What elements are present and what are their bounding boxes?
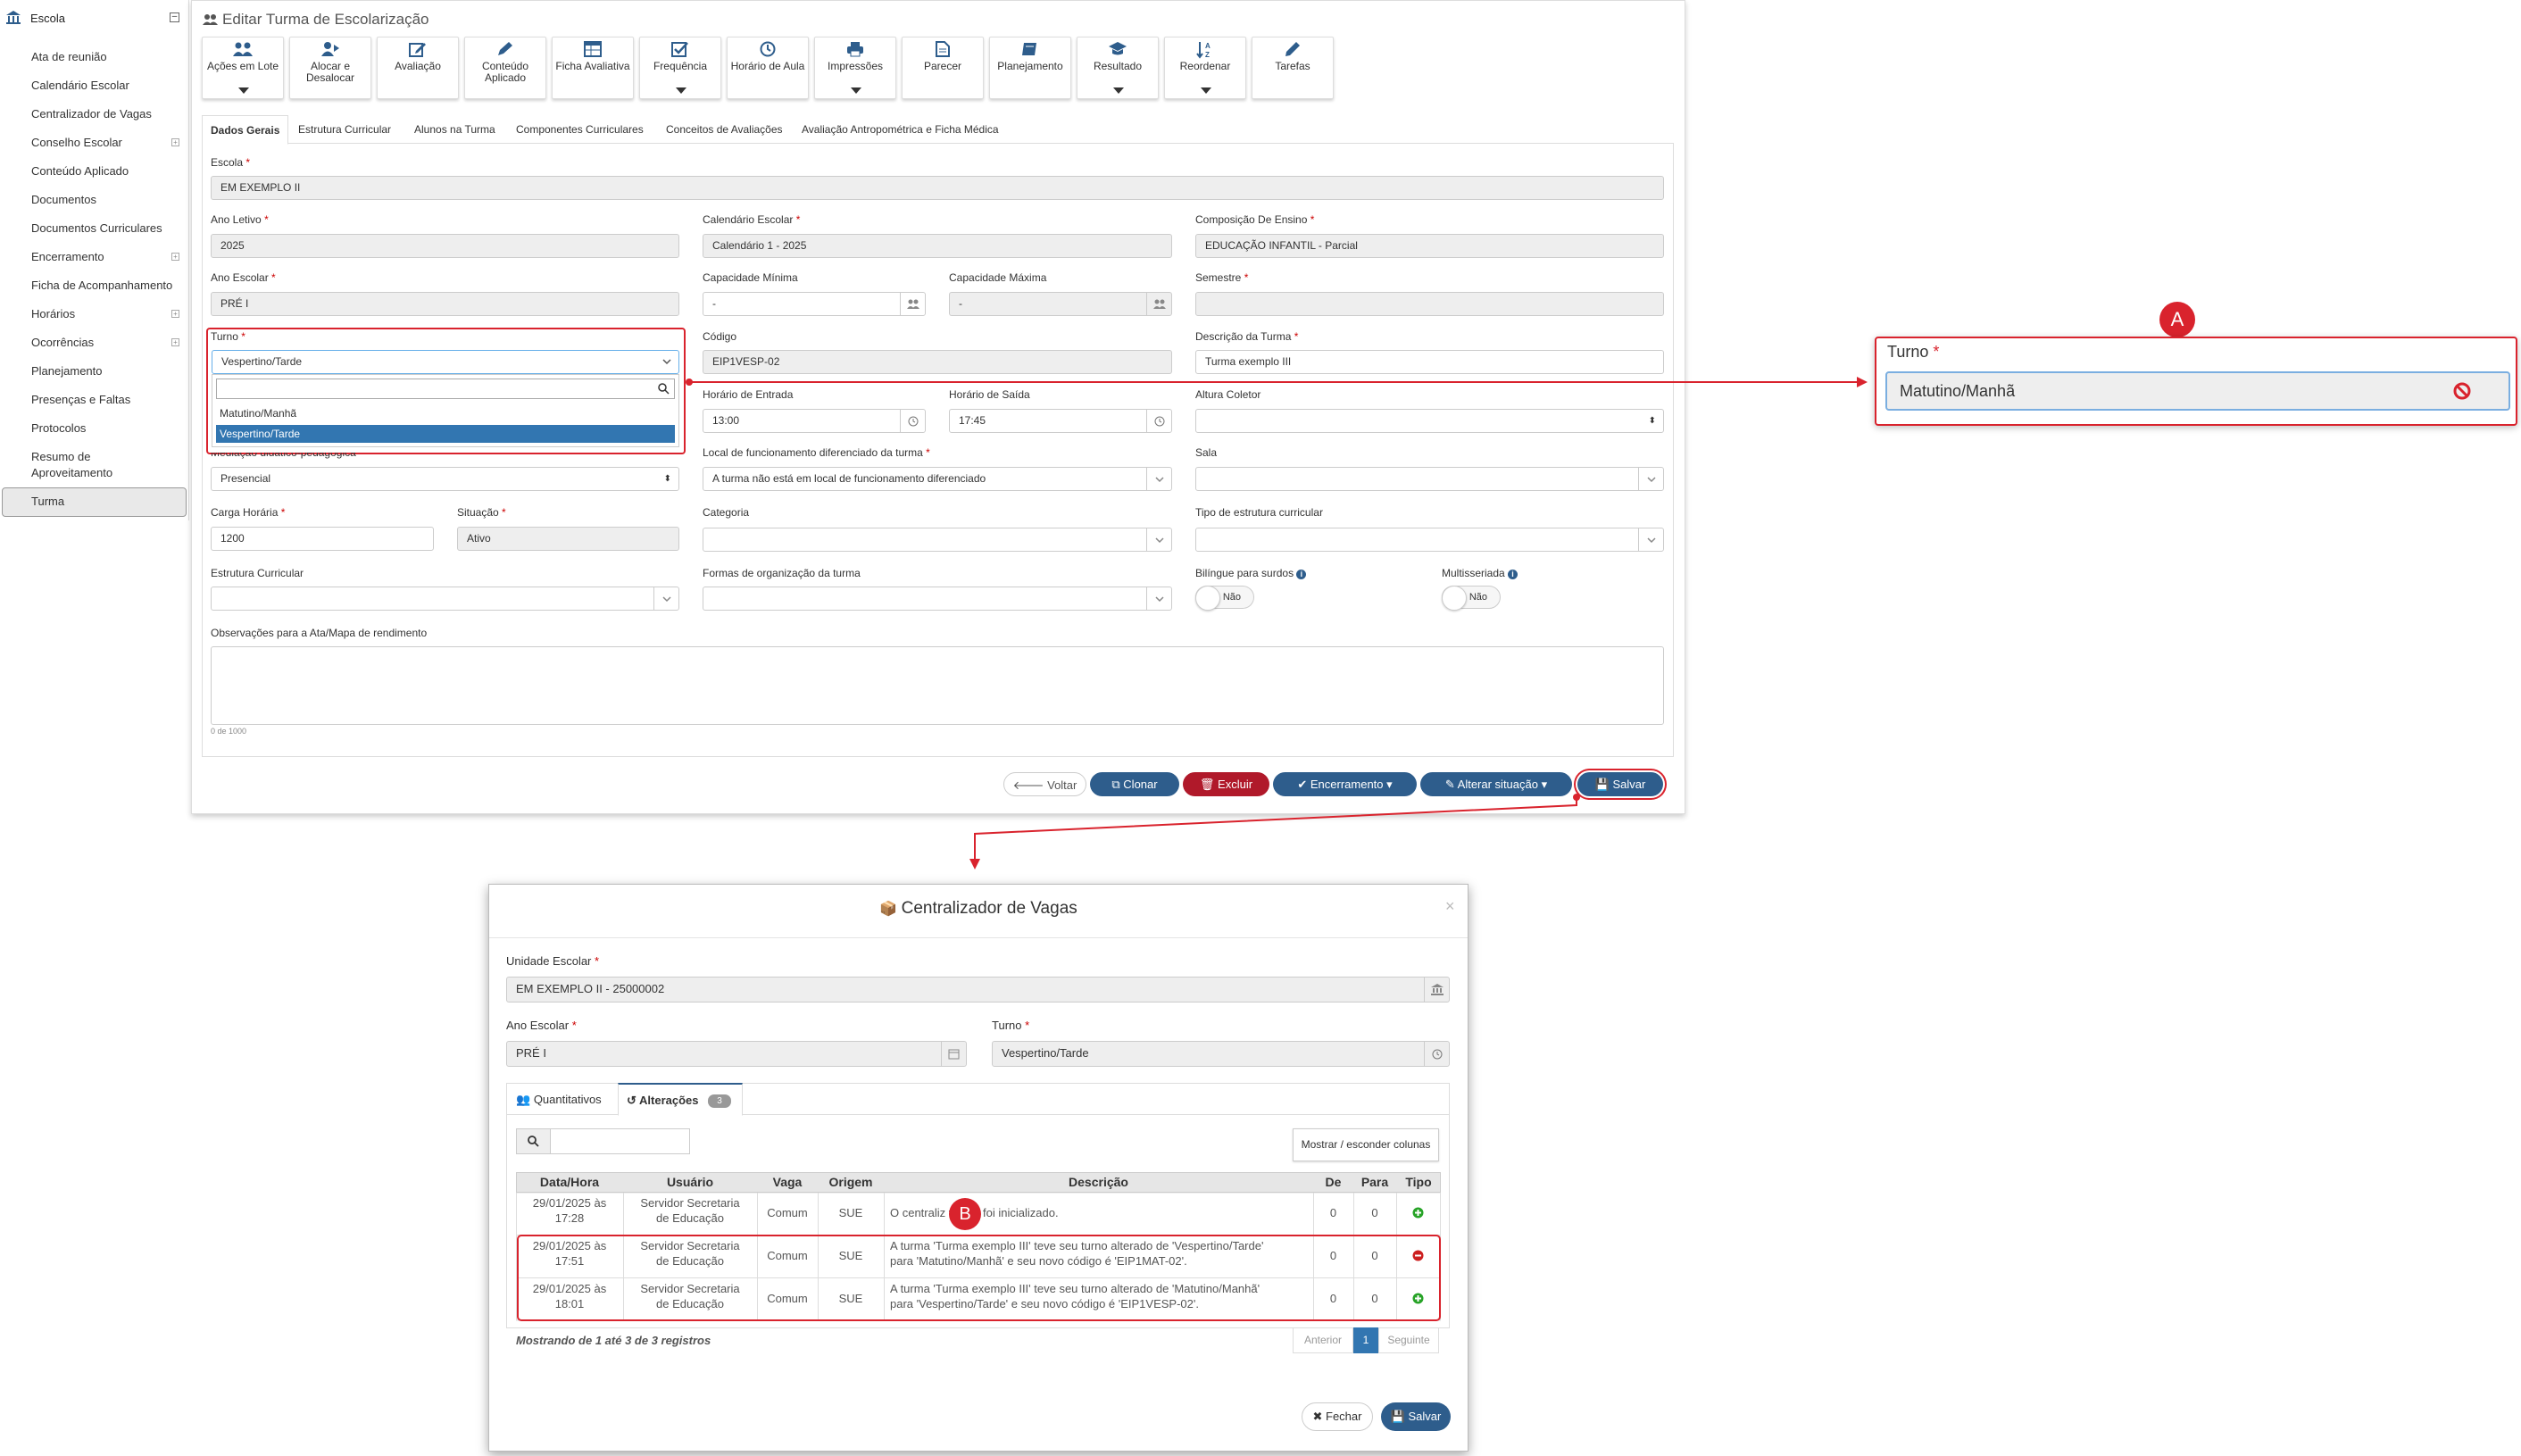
row1-user: Servidor Secretaria de Educação bbox=[640, 1196, 740, 1225]
modal-close-icon[interactable]: × bbox=[1445, 897, 1455, 916]
modal-salvar-button[interactable]: 💾 Salvar bbox=[1381, 1402, 1451, 1431]
arrow-head-a bbox=[1857, 377, 1868, 387]
row1-para: 0 bbox=[1371, 1206, 1378, 1219]
arrow-head-b bbox=[969, 859, 980, 869]
col-de[interactable]: De bbox=[1313, 1172, 1353, 1193]
callout-a-label: Turno * bbox=[1887, 343, 1940, 361]
modal-ano-field[interactable]: PRÉ I bbox=[506, 1041, 967, 1067]
add-icon bbox=[1412, 1207, 1424, 1219]
close-icon: ✖ bbox=[1312, 1410, 1327, 1423]
modal-search-input[interactable] bbox=[550, 1128, 690, 1154]
col-tipo[interactable]: Tipo bbox=[1396, 1172, 1441, 1193]
row1-de: 0 bbox=[1329, 1206, 1337, 1219]
col-usuario[interactable]: Usuário bbox=[623, 1172, 757, 1193]
users-icon: 👥 bbox=[516, 1093, 534, 1106]
modal-ano-value: PRÉ I bbox=[516, 1046, 546, 1060]
unidade-field[interactable]: EM EXEMPLO II - 25000002 bbox=[506, 977, 1450, 1003]
modal-ano-label: Ano Escolar * bbox=[506, 1019, 577, 1032]
modal-turno-field[interactable]: Vespertino/Tarde bbox=[992, 1041, 1450, 1067]
table-info: Mostrando de 1 até 3 de 3 registros bbox=[516, 1334, 711, 1347]
callout-b-marker: B bbox=[949, 1198, 981, 1230]
row1-vaga: Comum bbox=[767, 1206, 808, 1219]
arrow-dot-b bbox=[1573, 794, 1580, 801]
callout-a-marker: A bbox=[2159, 302, 2195, 337]
unidade-label: Unidade Escolar * bbox=[506, 954, 600, 968]
arrow-line-b bbox=[974, 797, 1577, 862]
box-icon: 📦 bbox=[879, 902, 902, 917]
save-icon: 💾 bbox=[1390, 1410, 1409, 1423]
toggle-columns-button[interactable]: Mostrar / esconder colunas bbox=[1293, 1128, 1439, 1161]
callout-a-field[interactable]: Matutino/Manhã bbox=[1885, 371, 2510, 411]
not-allowed-icon bbox=[2453, 382, 2471, 400]
col-origem[interactable]: Origem bbox=[818, 1172, 884, 1193]
pagination-prev[interactable]: Anterior bbox=[1293, 1327, 1353, 1353]
callout-a-value: Matutino/Manhã bbox=[1900, 382, 2016, 400]
alteracoes-count-badge: 3 bbox=[708, 1094, 731, 1108]
search-button[interactable] bbox=[516, 1128, 551, 1154]
rows-highlight-box bbox=[517, 1235, 1441, 1321]
calendar-icon bbox=[941, 1042, 966, 1066]
modal-turno-value: Vespertino/Tarde bbox=[1002, 1046, 1089, 1060]
col-para[interactable]: Para bbox=[1353, 1172, 1396, 1193]
callout-a: Turno * Matutino/Manhã bbox=[1875, 337, 2517, 426]
clock-icon bbox=[1424, 1042, 1449, 1066]
pagination-page-1[interactable]: 1 bbox=[1353, 1327, 1378, 1353]
history-icon: ↺ bbox=[627, 1094, 640, 1107]
row1-date: 29/01/2025 às 17:28 bbox=[532, 1196, 607, 1225]
search-icon bbox=[528, 1136, 539, 1147]
col-descricao[interactable]: Descrição bbox=[884, 1172, 1313, 1193]
tab-quantitativos[interactable]: 👥 Quantitativos bbox=[516, 1093, 602, 1107]
tab-alteracoes-label: ↺ Alterações bbox=[627, 1094, 699, 1107]
row1-origem: SUE bbox=[838, 1206, 863, 1219]
tab-alteracoes[interactable]: ↺ Alterações 3 bbox=[618, 1083, 743, 1116]
col-datahora[interactable]: Data/Hora bbox=[516, 1172, 623, 1193]
pagination-next[interactable]: Seguinte bbox=[1378, 1327, 1439, 1353]
col-vaga[interactable]: Vaga bbox=[757, 1172, 818, 1193]
modal-turno-label: Turno * bbox=[992, 1019, 1030, 1032]
fechar-button[interactable]: ✖ Fechar bbox=[1302, 1402, 1373, 1431]
arrow-dot-a bbox=[686, 379, 693, 386]
unidade-value: EM EXEMPLO II - 25000002 bbox=[516, 982, 665, 995]
centralizador-modal: 📦 Centralizador de Vagas × Unidade Escol… bbox=[488, 884, 1469, 1452]
bank-icon bbox=[1424, 978, 1449, 1002]
modal-title: 📦 Centralizador de Vagas bbox=[879, 899, 1077, 918]
